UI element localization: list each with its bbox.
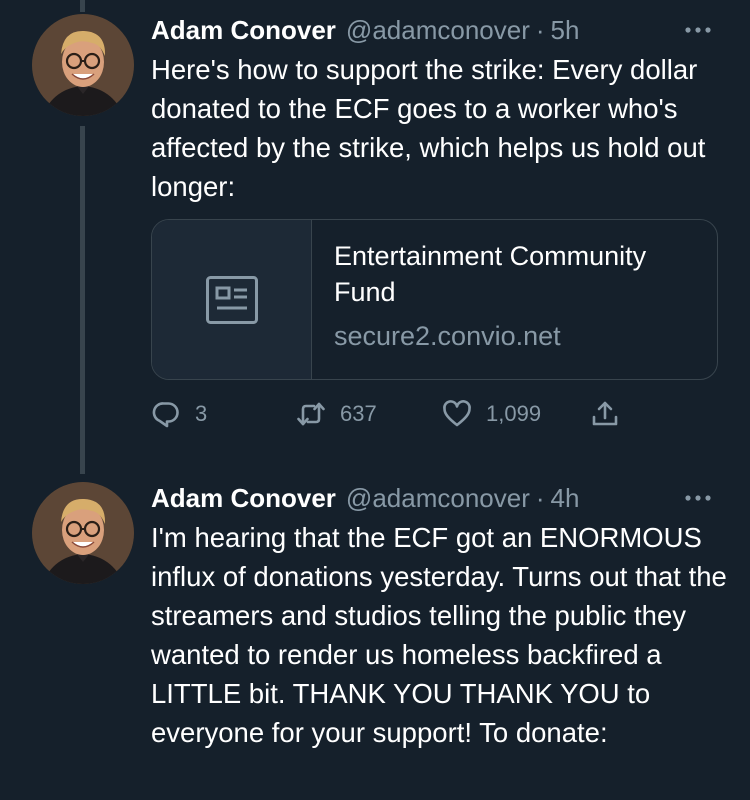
author-handle[interactable]: @adamconover xyxy=(346,15,530,46)
author-name[interactable]: Adam Conover xyxy=(151,15,336,46)
link-card-domain: secure2.convio.net xyxy=(334,321,561,351)
tweet-header: Adam Conover @adamconover · 4h xyxy=(151,480,579,516)
retweet-count: 637 xyxy=(340,401,377,426)
tweet-header: Adam Conover @adamconover · 5h xyxy=(151,12,579,48)
more-options-button[interactable] xyxy=(678,12,718,48)
article-icon xyxy=(205,275,258,324)
author-handle[interactable]: @adamconover xyxy=(346,483,530,514)
avatar-image xyxy=(32,14,134,116)
tweet-timestamp[interactable]: 4h xyxy=(551,483,580,514)
share-button[interactable] xyxy=(590,394,620,434)
link-card[interactable]: Entertainment Community Fund secure2.con… xyxy=(151,219,718,380)
avatar-image xyxy=(32,482,134,584)
heart-icon xyxy=(443,400,471,427)
tweet-actions: 3 637 1,099 xyxy=(0,394,750,434)
more-icon xyxy=(685,495,711,501)
tweet-text: I'm hearing that the ECF got an ENORMOUS… xyxy=(151,522,727,748)
retweet-icon xyxy=(297,402,325,426)
thread-connector-top xyxy=(80,0,85,12)
avatar[interactable] xyxy=(32,482,134,584)
like-count: 1,099 xyxy=(486,401,542,426)
avatar[interactable] xyxy=(32,14,134,116)
tweet-text: Here's how to support the strike: Every … xyxy=(151,54,706,202)
more-options-button[interactable] xyxy=(678,480,718,516)
like-button[interactable]: 1,099 xyxy=(442,394,541,434)
retweet-button[interactable]: 637 xyxy=(296,394,377,434)
link-card-thumbnail xyxy=(152,220,312,379)
reply-button[interactable]: 3 xyxy=(151,394,207,434)
reply-icon xyxy=(152,402,179,428)
reply-count: 3 xyxy=(195,401,208,426)
header-separator: · xyxy=(535,482,545,513)
header-separator: · xyxy=(535,14,545,45)
tweet-timestamp[interactable]: 5h xyxy=(551,15,580,46)
more-icon xyxy=(685,27,711,33)
link-card-title: Entertainment Community Fund xyxy=(334,241,647,307)
share-icon xyxy=(592,401,618,426)
author-name[interactable]: Adam Conover xyxy=(151,483,336,514)
